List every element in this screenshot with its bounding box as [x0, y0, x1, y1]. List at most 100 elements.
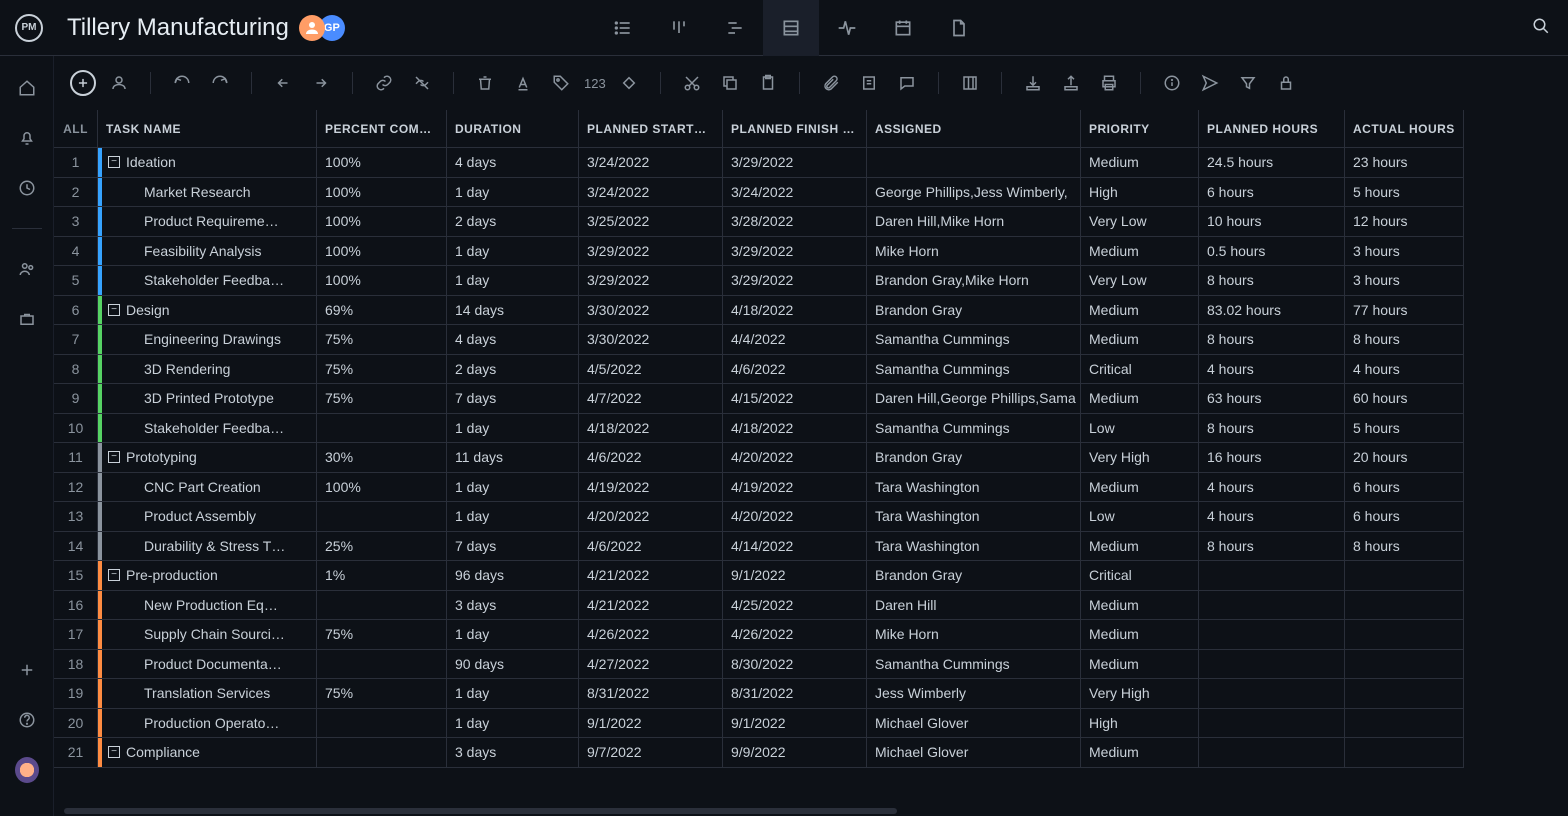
grid-cell[interactable]: Mike Horn — [867, 237, 1081, 267]
note-button[interactable] — [854, 68, 884, 98]
grid-cell[interactable]: 4/6/2022 — [579, 532, 723, 562]
grid-cell[interactable]: 3/29/2022 — [579, 266, 723, 296]
undo-button[interactable] — [167, 68, 197, 98]
grid-cell[interactable] — [1345, 679, 1464, 709]
task-cell[interactable]: Stakeholder Feedba… — [98, 266, 317, 296]
grid-cell[interactable] — [867, 148, 1081, 178]
grid-cell[interactable]: Michael Glover — [867, 738, 1081, 768]
grid-cell[interactable]: 2 days — [447, 207, 579, 237]
grid-cell[interactable]: 4/6/2022 — [579, 443, 723, 473]
task-cell[interactable]: Product Requireme… — [98, 207, 317, 237]
view-tab-gantt[interactable] — [707, 0, 763, 56]
grid-cell[interactable]: Samantha Cummings — [867, 325, 1081, 355]
indent-button[interactable] — [306, 68, 336, 98]
attach-button[interactable] — [816, 68, 846, 98]
column-header[interactable]: PLANNED FINISH … — [723, 110, 867, 148]
grid-cell[interactable]: Medium — [1081, 738, 1199, 768]
grid-cell[interactable]: Jess Wimberly — [867, 679, 1081, 709]
grid-cell[interactable]: 4/18/2022 — [723, 414, 867, 444]
grid-cell[interactable]: Brandon Gray — [867, 443, 1081, 473]
grid-cell[interactable]: 3 hours — [1345, 266, 1464, 296]
grid-cell[interactable]: 69% — [317, 296, 447, 326]
sidebar-home-icon[interactable] — [15, 76, 39, 100]
horizontal-scrollbar[interactable] — [54, 806, 1568, 816]
export-button[interactable] — [1056, 68, 1086, 98]
send-button[interactable] — [1195, 68, 1225, 98]
grid-cell[interactable]: 4/19/2022 — [723, 473, 867, 503]
grid-cell[interactable]: 8 hours — [1345, 325, 1464, 355]
grid-cell[interactable]: 63 hours — [1199, 384, 1345, 414]
grid-cell[interactable]: 9/7/2022 — [579, 738, 723, 768]
grid-cell[interactable]: 8/31/2022 — [579, 679, 723, 709]
grid-cell[interactable]: 4/20/2022 — [723, 502, 867, 532]
row-id[interactable]: 21 — [54, 738, 98, 768]
row-id[interactable]: 7 — [54, 325, 98, 355]
grid-cell[interactable]: 4/5/2022 — [579, 355, 723, 385]
collapse-icon[interactable]: − — [108, 304, 120, 316]
grid-cell[interactable]: 100% — [317, 473, 447, 503]
lock-button[interactable] — [1271, 68, 1301, 98]
row-id[interactable]: 20 — [54, 709, 98, 739]
grid-cell[interactable]: Daren Hill — [867, 591, 1081, 621]
grid-cell[interactable]: 10 hours — [1199, 207, 1345, 237]
grid-cell[interactable] — [317, 650, 447, 680]
row-id[interactable]: 2 — [54, 178, 98, 208]
column-header[interactable]: ACTUAL HOURS — [1345, 110, 1464, 148]
grid-cell[interactable]: 100% — [317, 207, 447, 237]
grid-cell[interactable]: 8/30/2022 — [723, 650, 867, 680]
grid-cell[interactable]: 4/26/2022 — [579, 620, 723, 650]
grid-cell[interactable]: Very High — [1081, 443, 1199, 473]
grid-cell[interactable]: 4/20/2022 — [723, 443, 867, 473]
filter-button[interactable] — [1233, 68, 1263, 98]
grid-cell[interactable]: Medium — [1081, 620, 1199, 650]
grid-cell[interactable]: Medium — [1081, 325, 1199, 355]
view-tab-list[interactable] — [595, 0, 651, 56]
grid-cell[interactable]: 9/1/2022 — [723, 561, 867, 591]
task-cell[interactable]: Product Assembly — [98, 502, 317, 532]
grid-cell[interactable]: Medium — [1081, 473, 1199, 503]
grid-cell[interactable]: Michael Glover — [867, 709, 1081, 739]
grid-cell[interactable]: 4/6/2022 — [723, 355, 867, 385]
column-header[interactable]: PLANNED HOURS — [1199, 110, 1345, 148]
grid-cell[interactable]: 60 hours — [1345, 384, 1464, 414]
task-cell[interactable]: −Design — [98, 296, 317, 326]
grid-cell[interactable] — [317, 591, 447, 621]
grid-cell[interactable]: 4/21/2022 — [579, 561, 723, 591]
grid-cell[interactable]: 1 day — [447, 414, 579, 444]
grid-cell[interactable]: 75% — [317, 384, 447, 414]
grid-cell[interactable]: 9/9/2022 — [723, 738, 867, 768]
grid-cell[interactable]: 4/18/2022 — [723, 296, 867, 326]
grid-cell[interactable]: Brandon Gray,Mike Horn — [867, 266, 1081, 296]
grid-cell[interactable]: 83.02 hours — [1199, 296, 1345, 326]
task-cell[interactable]: Translation Services — [98, 679, 317, 709]
cut-button[interactable] — [677, 68, 707, 98]
grid-cell[interactable]: Critical — [1081, 561, 1199, 591]
grid-cell[interactable]: 2 days — [447, 355, 579, 385]
grid-cell[interactable] — [1199, 679, 1345, 709]
grid-cell[interactable]: Daren Hill,Mike Horn — [867, 207, 1081, 237]
task-cell[interactable]: Production Operato… — [98, 709, 317, 739]
grid-cell[interactable]: Very Low — [1081, 207, 1199, 237]
redo-button[interactable] — [205, 68, 235, 98]
grid-cell[interactable]: 4/4/2022 — [723, 325, 867, 355]
grid-cell[interactable]: 4/25/2022 — [723, 591, 867, 621]
grid-cell[interactable]: 3/29/2022 — [723, 266, 867, 296]
row-id[interactable]: 6 — [54, 296, 98, 326]
grid-cell[interactable] — [1199, 591, 1345, 621]
grid-cell[interactable]: 1 day — [447, 709, 579, 739]
info-button[interactable] — [1157, 68, 1187, 98]
search-icon[interactable] — [1526, 11, 1556, 44]
grid-cell[interactable]: 16 hours — [1199, 443, 1345, 473]
grid-cell[interactable]: Brandon Gray — [867, 296, 1081, 326]
grid-cell[interactable]: 1 day — [447, 266, 579, 296]
grid-cell[interactable]: 4 days — [447, 325, 579, 355]
row-id[interactable]: 9 — [54, 384, 98, 414]
grid-cell[interactable]: 20 hours — [1345, 443, 1464, 473]
grid-cell[interactable]: 25% — [317, 532, 447, 562]
sidebar-notifications-icon[interactable] — [15, 126, 39, 150]
grid-cell[interactable] — [1199, 620, 1345, 650]
grid-cell[interactable]: 90 days — [447, 650, 579, 680]
task-cell[interactable]: Durability & Stress T… — [98, 532, 317, 562]
assign-button[interactable] — [104, 68, 134, 98]
task-cell[interactable]: −Ideation — [98, 148, 317, 178]
